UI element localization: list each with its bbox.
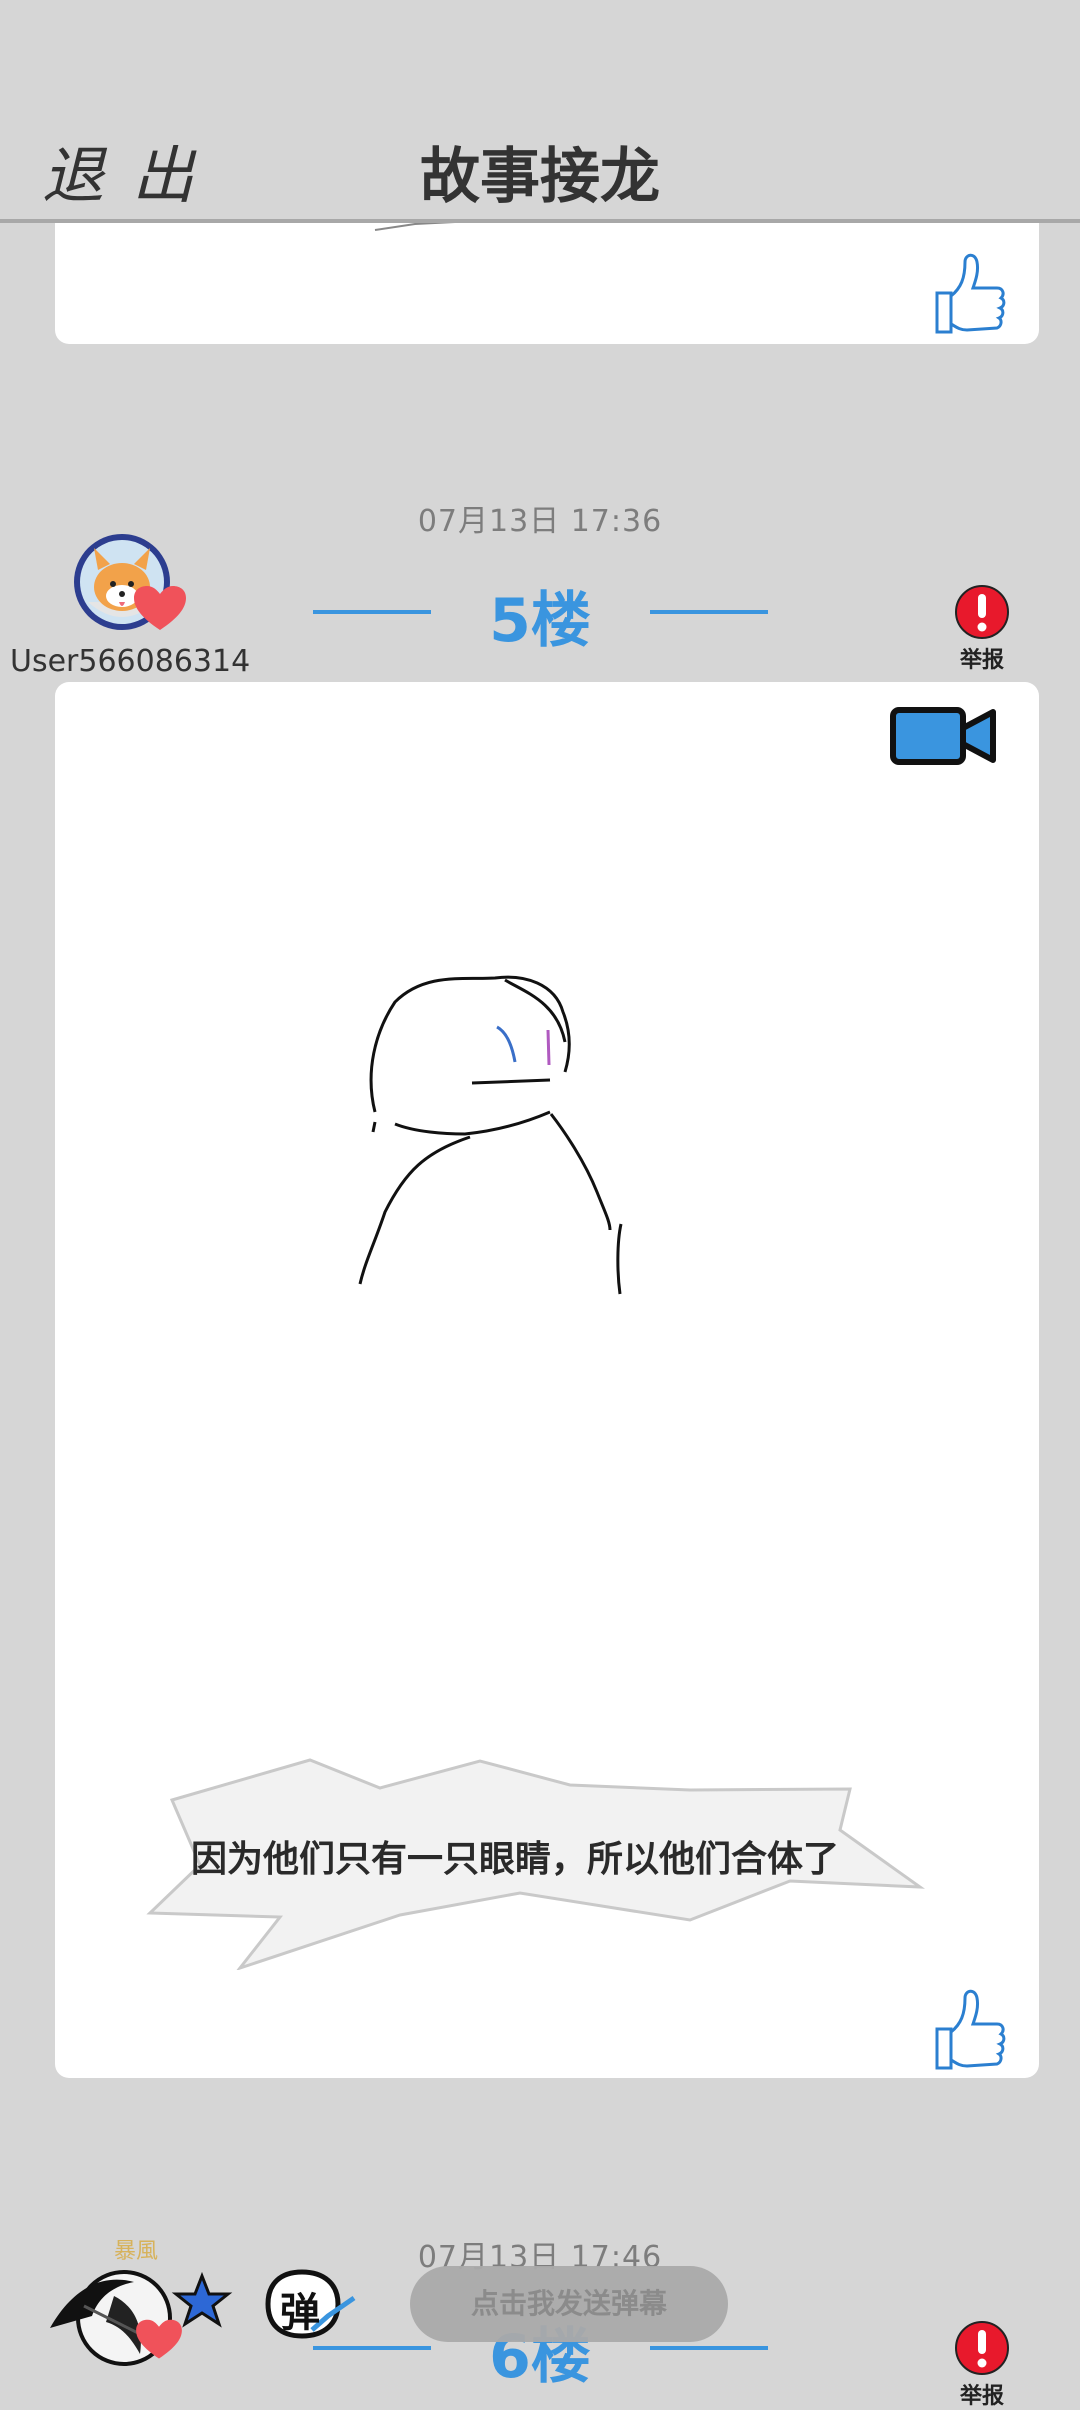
thumbs-up-icon (935, 253, 1006, 334)
danmaku-input[interactable]: 点击我发送弹幕 (410, 2266, 728, 2342)
exclamation-icon (955, 2321, 1009, 2375)
floor-line-right (650, 610, 768, 614)
heart-icon (136, 2319, 182, 2359)
header-divider (0, 219, 1080, 223)
report-label: 举报 (959, 2384, 1004, 2409)
exclamation-icon (955, 585, 1009, 639)
report-button[interactable]: 举报 (947, 582, 1017, 674)
page-title: 故事接龙 (420, 142, 660, 212)
story-caption: 因为他们只有一只眼睛，所以他们合体了 (190, 1839, 839, 1880)
video-button[interactable] (889, 704, 999, 768)
drawing-fragment (374, 221, 456, 231)
danmaku-toggle-glyph: 弹 (280, 2290, 320, 2336)
star-icon (171, 2271, 233, 2328)
floor-header: 5楼 (0, 572, 1080, 656)
like-button[interactable] (927, 1984, 1007, 2074)
top-bar: 退出 故事接龙 (0, 0, 1080, 223)
avatar[interactable]: 暴風 (44, 2236, 234, 2366)
floor-number: 5楼 (489, 586, 591, 656)
danmaku-toggle[interactable]: 弹 (262, 2266, 360, 2342)
report-button[interactable]: 举报 (947, 2318, 1017, 2410)
thumbs-up-icon (935, 1989, 1006, 2070)
video-camera-icon (890, 707, 996, 765)
report-label: 举报 (959, 648, 1004, 673)
like-button[interactable] (927, 248, 1007, 338)
badge-text: 暴風 (114, 2239, 158, 2264)
story-drawing (358, 975, 623, 1295)
floor-line-right (650, 2346, 768, 2350)
